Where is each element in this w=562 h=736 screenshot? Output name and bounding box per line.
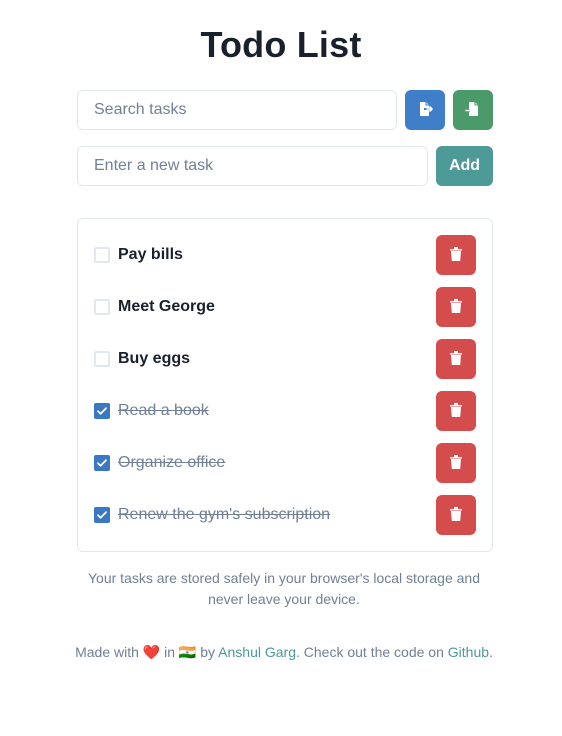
task-label: Read a book bbox=[118, 402, 209, 419]
export-button[interactable] bbox=[405, 90, 445, 130]
trash-icon bbox=[449, 454, 463, 473]
in-text: in bbox=[164, 644, 176, 660]
checkmark-icon bbox=[97, 459, 107, 467]
task-label: Pay bills bbox=[118, 246, 183, 263]
heart-icon: ❤️ bbox=[142, 644, 161, 660]
task-checkbox[interactable] bbox=[94, 299, 110, 315]
page-title: Todo List bbox=[200, 24, 362, 65]
made-with-text: Made with bbox=[75, 644, 139, 660]
task-checkbox[interactable] bbox=[94, 455, 110, 471]
github-link[interactable]: Github bbox=[448, 644, 489, 660]
checkmark-icon bbox=[97, 511, 107, 519]
file-export-icon bbox=[417, 101, 433, 120]
task-checkbox[interactable] bbox=[94, 507, 110, 523]
task-row: Read a book bbox=[78, 391, 492, 431]
by-text: by bbox=[200, 644, 216, 660]
delete-task-button[interactable] bbox=[436, 391, 476, 431]
checkmark-icon bbox=[97, 407, 107, 415]
task-row: Renew the gym's subscription bbox=[78, 495, 492, 535]
task-checkbox[interactable] bbox=[94, 403, 110, 419]
trash-icon bbox=[449, 402, 463, 421]
new-task-input[interactable] bbox=[77, 146, 428, 186]
task-checkbox[interactable] bbox=[94, 247, 110, 263]
trash-icon bbox=[449, 350, 463, 369]
trash-icon bbox=[449, 246, 463, 265]
task-checkbox[interactable] bbox=[94, 351, 110, 367]
task-label: Meet George bbox=[118, 298, 215, 315]
delete-task-button[interactable] bbox=[436, 287, 476, 327]
add-task-button[interactable]: Add bbox=[436, 146, 493, 186]
task-row: Pay bills bbox=[78, 235, 492, 275]
task-row: Organize office bbox=[78, 443, 492, 483]
task-label: Buy eggs bbox=[118, 350, 191, 367]
trash-icon bbox=[449, 506, 463, 525]
period-text: . bbox=[489, 644, 493, 660]
credits: Made with ❤️ in 🇮🇳 by Anshul Garg. Check… bbox=[72, 642, 496, 663]
task-list: Pay bills Meet George Buy eggs Read a bo… bbox=[77, 218, 493, 552]
file-import-icon bbox=[465, 101, 481, 120]
task-row: Buy eggs bbox=[78, 339, 492, 379]
author-link[interactable]: Anshul Garg bbox=[218, 644, 296, 660]
import-button[interactable] bbox=[453, 90, 493, 130]
india-flag-icon: 🇮🇳 bbox=[178, 644, 197, 660]
delete-task-button[interactable] bbox=[436, 443, 476, 483]
check-code-text: . Check out the code on bbox=[296, 644, 444, 660]
task-label: Renew the gym's subscription bbox=[118, 506, 331, 523]
task-label: Organize office bbox=[118, 454, 226, 471]
search-input[interactable] bbox=[77, 90, 397, 130]
delete-task-button[interactable] bbox=[436, 339, 476, 379]
delete-task-button[interactable] bbox=[436, 495, 476, 535]
storage-note: Your tasks are stored safely in your bro… bbox=[87, 570, 481, 607]
trash-icon bbox=[449, 298, 463, 317]
task-row: Meet George bbox=[78, 287, 492, 327]
delete-task-button[interactable] bbox=[436, 235, 476, 275]
